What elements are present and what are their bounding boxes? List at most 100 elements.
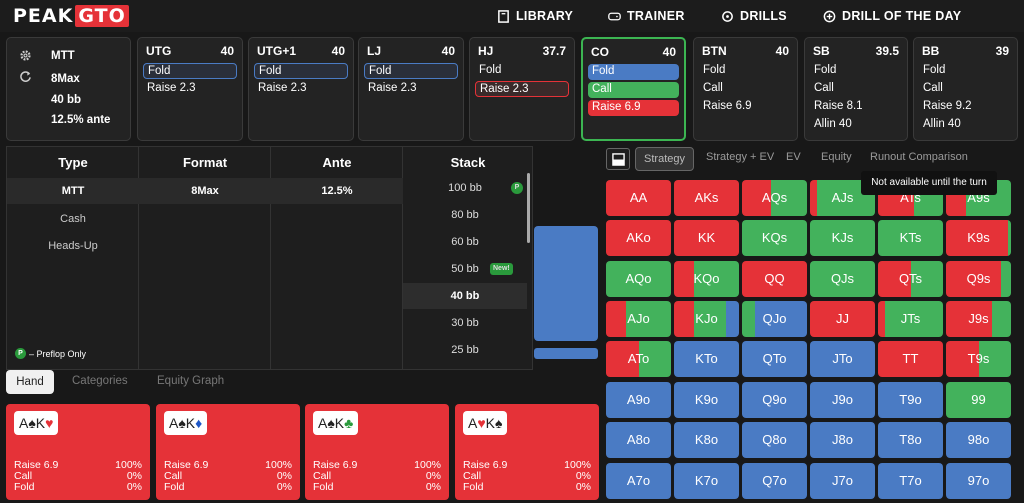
action-option[interactable]: Raise 6.9: [588, 100, 679, 116]
action-option[interactable]: Fold: [919, 63, 1012, 79]
hand-combo-card[interactable]: A♠K♥ Raise 6.9 100% Call 0% Fold 0%: [6, 404, 150, 500]
action-option[interactable]: Raise 2.3: [364, 81, 458, 97]
action-option[interactable]: Fold: [588, 64, 679, 80]
hand-cell[interactable]: A9o: [606, 382, 671, 418]
hand-cell[interactable]: Q9s: [946, 261, 1011, 297]
action-option[interactable]: Raise 6.9: [699, 99, 792, 115]
hand-cell[interactable]: Q7o: [742, 463, 807, 499]
tab-equity[interactable]: Equity: [821, 151, 852, 163]
matrix-view-toggle[interactable]: [606, 148, 630, 170]
hand-combo-card[interactable]: A♠K♦ Raise 6.9 100% Call 0% Fold 0%: [156, 404, 300, 500]
action-option[interactable]: Fold: [699, 63, 792, 79]
hand-cell[interactable]: KTo: [674, 341, 739, 377]
action-option[interactable]: Fold: [810, 63, 902, 79]
tab-strategy-ev[interactable]: Strategy + EV: [706, 151, 774, 163]
hand-cell[interactable]: QQ: [742, 261, 807, 297]
hand-cell[interactable]: 99: [946, 382, 1011, 418]
ante-option[interactable]: 12.5%: [271, 185, 403, 197]
hand-cell[interactable]: KK: [674, 220, 739, 256]
stack-option[interactable]: 25 bb: [403, 337, 527, 363]
hand-cell[interactable]: KTs: [878, 220, 943, 256]
hand-cell[interactable]: T7o: [878, 463, 943, 499]
tab-runout-comparison[interactable]: Runout Comparison: [870, 151, 968, 163]
tab-hand[interactable]: Hand: [6, 370, 54, 394]
hand-cell[interactable]: QJs: [810, 261, 875, 297]
hand-cell[interactable]: AQs: [742, 180, 807, 216]
action-option[interactable]: Call: [810, 81, 902, 97]
action-option[interactable]: Fold: [254, 63, 348, 79]
action-option[interactable]: Call: [699, 81, 792, 97]
hand-cell[interactable]: QTs: [878, 261, 943, 297]
hand-cell[interactable]: T9s: [946, 341, 1011, 377]
hand-cell[interactable]: 97o: [946, 463, 1011, 499]
nav-trainer[interactable]: TRAINER: [608, 9, 685, 23]
position-card-co[interactable]: CO 40 Fold Call Raise 6.9: [581, 37, 686, 141]
position-card-btn[interactable]: BTN 40 Fold Call Raise 6.9: [693, 37, 798, 141]
hand-cell[interactable]: K8o: [674, 422, 739, 458]
action-option[interactable]: Call: [588, 82, 679, 98]
hand-cell[interactable]: KJo: [674, 301, 739, 337]
hand-cell[interactable]: TT: [878, 341, 943, 377]
stack-option[interactable]: 50 bb New!: [403, 256, 527, 282]
action-option[interactable]: Raise 2.3: [254, 81, 348, 97]
action-option[interactable]: Fold: [475, 63, 569, 79]
hand-cell[interactable]: J8o: [810, 422, 875, 458]
action-option[interactable]: Allin 40: [810, 117, 902, 133]
hand-cell[interactable]: Q8o: [742, 422, 807, 458]
type-option[interactable]: Heads-Up: [7, 240, 139, 252]
hand-cell[interactable]: QJo: [742, 301, 807, 337]
position-card-lj[interactable]: LJ 40 Fold Raise 2.3: [358, 37, 464, 141]
stack-option[interactable]: 60 bb: [403, 229, 527, 255]
position-card-bb[interactable]: BB 39 Fold Call Raise 9.2 Allin 40: [913, 37, 1018, 141]
hand-cell[interactable]: AKo: [606, 220, 671, 256]
hand-cell[interactable]: AJo: [606, 301, 671, 337]
tab-categories[interactable]: Categories: [72, 375, 128, 387]
hand-cell[interactable]: ATo: [606, 341, 671, 377]
stack-option[interactable]: 30 bb: [403, 310, 527, 336]
hand-cell[interactable]: A7o: [606, 463, 671, 499]
hand-cell[interactable]: T8o: [878, 422, 943, 458]
action-option[interactable]: Fold: [143, 63, 237, 79]
logo[interactable]: PEAK GTO: [13, 5, 129, 27]
hand-cell[interactable]: K9o: [674, 382, 739, 418]
hand-cell[interactable]: KQo: [674, 261, 739, 297]
action-option[interactable]: Raise 2.3: [475, 81, 569, 97]
hand-cell[interactable]: AQo: [606, 261, 671, 297]
hand-cell[interactable]: 98o: [946, 422, 1011, 458]
position-card-hj[interactable]: HJ 37.7 Fold Raise 2.3: [469, 37, 575, 141]
hand-cell[interactable]: KJs: [810, 220, 875, 256]
hand-cell[interactable]: J9o: [810, 382, 875, 418]
hand-cell[interactable]: JTs: [878, 301, 943, 337]
hand-cell[interactable]: T9o: [878, 382, 943, 418]
stack-option[interactable]: 40 bb: [403, 283, 527, 309]
position-card-sb[interactable]: SB 39.5 Fold Call Raise 8.1 Allin 40: [804, 37, 908, 141]
hand-cell[interactable]: KQs: [742, 220, 807, 256]
gear-icon[interactable]: [19, 49, 32, 62]
hand-cell[interactable]: J9s: [946, 301, 1011, 337]
format-option[interactable]: 8Max: [139, 185, 271, 197]
refresh-icon[interactable]: [19, 70, 32, 83]
tab-ev[interactable]: EV: [786, 151, 801, 163]
hand-cell[interactable]: AKs: [674, 180, 739, 216]
hand-cell[interactable]: K9s: [946, 220, 1011, 256]
scrollbar[interactable]: [527, 173, 530, 243]
tab-strategy[interactable]: Strategy: [635, 147, 694, 171]
hand-cell[interactable]: QTo: [742, 341, 807, 377]
position-card-utg[interactable]: UTG 40 Fold Raise 2.3: [137, 37, 243, 141]
action-option[interactable]: Allin 40: [919, 117, 1012, 133]
hand-cell[interactable]: A8o: [606, 422, 671, 458]
position-card-utgplus1[interactable]: UTG+1 40 Fold Raise 2.3: [248, 37, 354, 141]
hand-cell[interactable]: AA: [606, 180, 671, 216]
tab-equity-graph[interactable]: Equity Graph: [157, 375, 224, 387]
stack-option[interactable]: 100 bb P: [403, 175, 527, 201]
hand-cell[interactable]: K7o: [674, 463, 739, 499]
nav-drill-of-the-day[interactable]: DRILL OF THE DAY: [823, 9, 961, 23]
type-option[interactable]: Cash: [7, 213, 139, 225]
hand-cell[interactable]: Q9o: [742, 382, 807, 418]
hand-cell[interactable]: JTo: [810, 341, 875, 377]
hand-combo-card[interactable]: A♥K♠ Raise 6.9 100% Call 0% Fold 0%: [455, 404, 599, 500]
stack-option[interactable]: 80 bb: [403, 202, 527, 228]
hand-combo-card[interactable]: A♠K♣ Raise 6.9 100% Call 0% Fold 0%: [305, 404, 449, 500]
action-option[interactable]: Raise 2.3: [143, 81, 237, 97]
action-option[interactable]: Raise 8.1: [810, 99, 902, 115]
